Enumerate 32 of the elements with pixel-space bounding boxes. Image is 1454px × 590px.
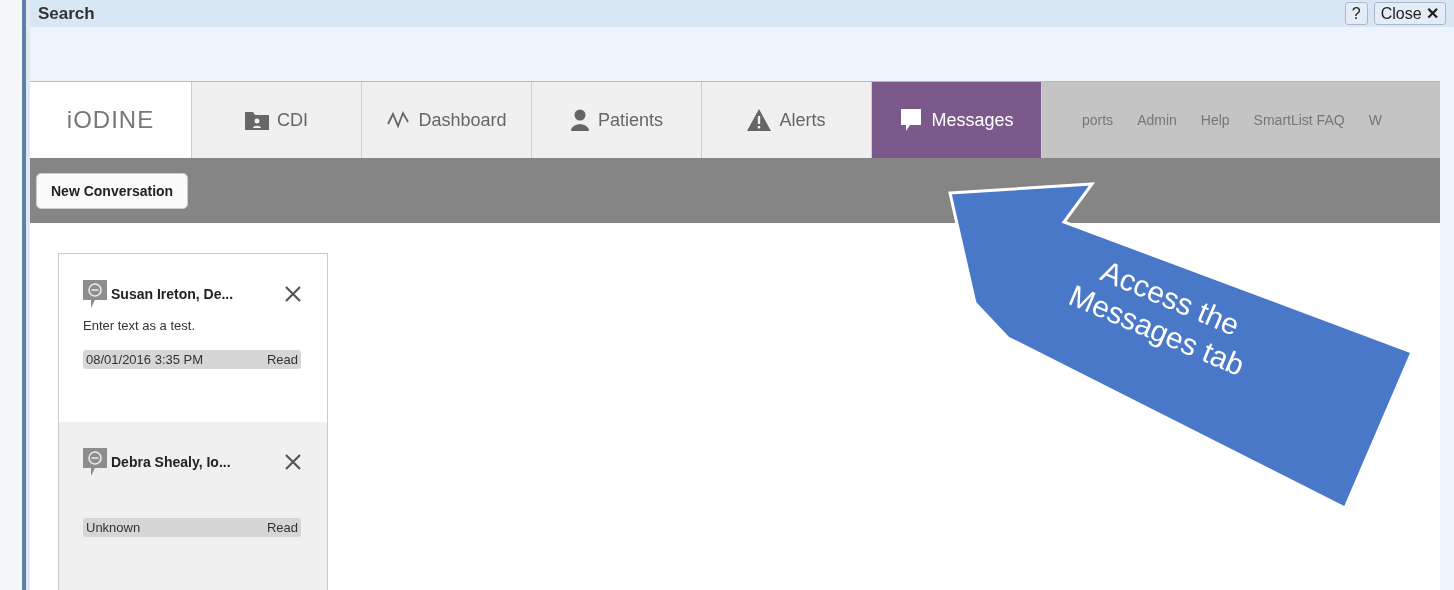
nav-link[interactable]: W [1368, 112, 1382, 128]
close-icon[interactable] [285, 454, 301, 470]
window-title: Search [38, 3, 95, 24]
nav-link[interactable]: SmartList FAQ [1253, 112, 1345, 128]
conversation-item[interactable]: Debra Shealy, Io... Unknown Read [59, 422, 327, 590]
close-icon[interactable] [285, 286, 301, 302]
nav-tab[interactable]: CDI [192, 82, 362, 158]
warning-icon [747, 109, 772, 131]
person-icon [569, 109, 590, 131]
message-time: Unknown [86, 520, 141, 535]
message-preview: Enter text as a test. [83, 318, 196, 334]
contact-name: Debra Shealy, Io... [111, 454, 231, 470]
logo[interactable]: iODINE [30, 82, 192, 158]
nav-link[interactable]: ports [1082, 112, 1114, 128]
close-button[interactable]: Close ✕ [1373, 2, 1446, 26]
nav-tab[interactable]: Dashboard [362, 82, 532, 158]
graph-icon [386, 110, 411, 130]
nav-tab[interactable]: Alerts [702, 82, 872, 158]
message-time: 08/01/2016 3:35 PM [86, 352, 204, 367]
nav-link[interactable]: Admin [1137, 112, 1177, 128]
nav-link[interactable]: Help [1200, 112, 1230, 128]
read-status: Read [266, 352, 298, 367]
contact-name: Susan Ireton, De... [111, 286, 234, 302]
chat-bubble-icon [83, 448, 107, 476]
nav-tab[interactable]: Messages [872, 82, 1042, 158]
nav-tab[interactable]: Patients [532, 82, 702, 158]
new-conversation-button[interactable]: New Conversation [36, 172, 189, 209]
folder-person-icon [245, 110, 269, 130]
read-status: Read [266, 520, 298, 535]
speech-bubble-icon [899, 108, 924, 132]
chat-bubble-icon [83, 280, 107, 308]
help-button[interactable]: ? [1344, 2, 1368, 26]
